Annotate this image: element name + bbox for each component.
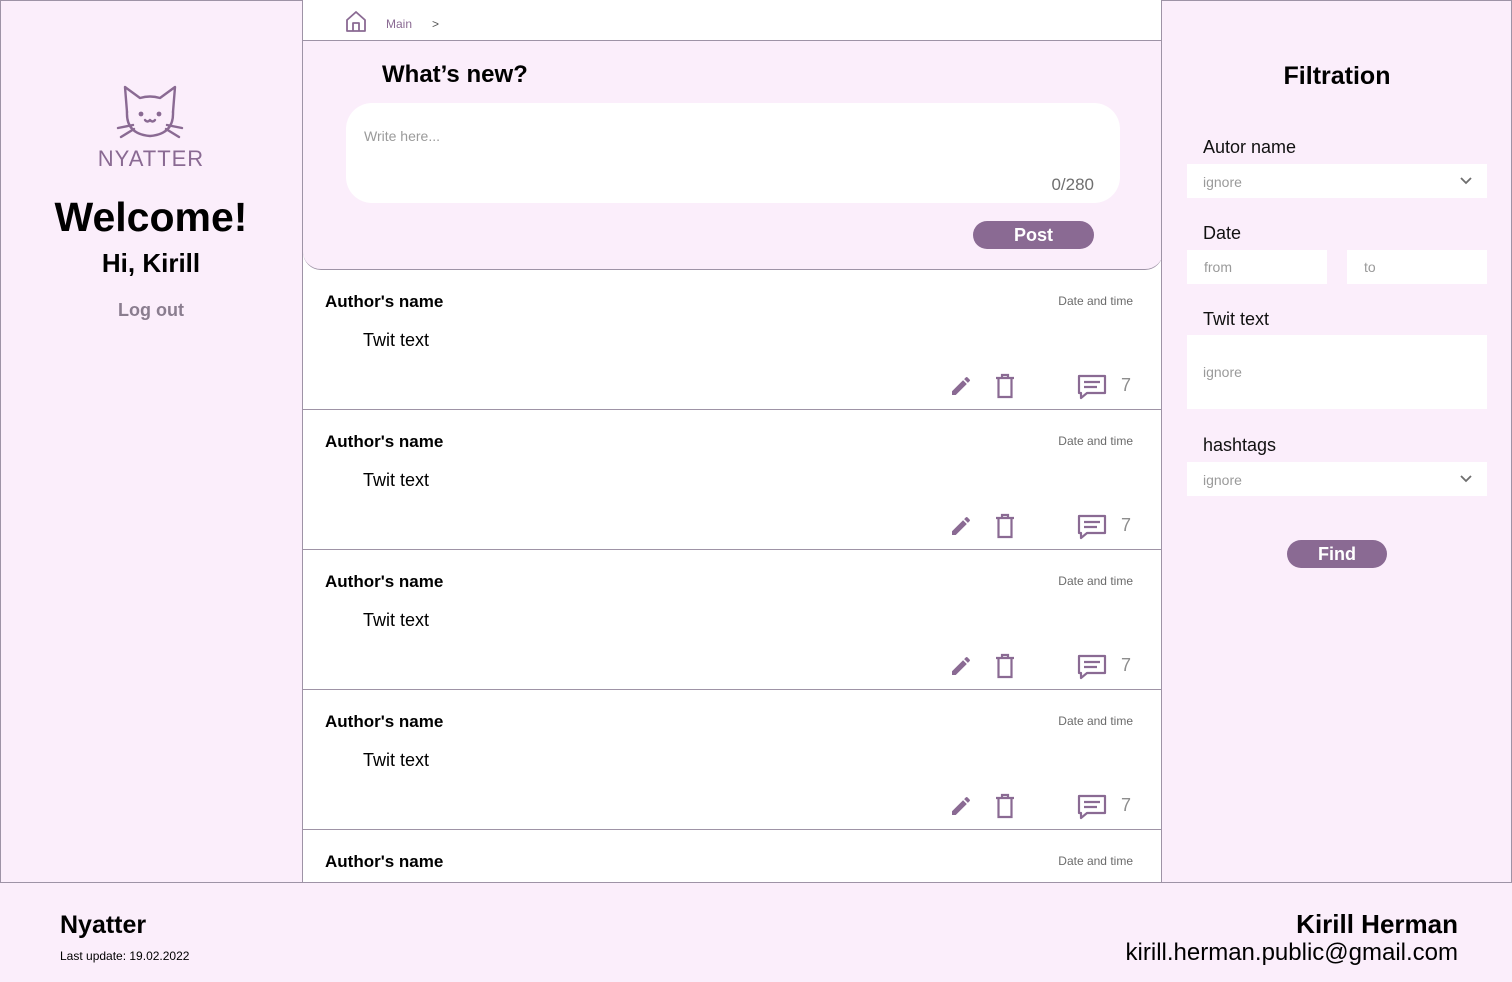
hashtags-select[interactable]: ignore [1187,462,1487,496]
tweet-date: Date and time [1058,854,1133,868]
author-select[interactable]: ignore [1187,164,1487,198]
text-filter-input[interactable] [1187,335,1487,409]
tweet-date: Date and time [1058,714,1133,728]
tweet-card: Author's name Date and time Twit text 7 [303,550,1161,690]
date-from-input[interactable] [1187,250,1327,284]
edit-icon[interactable] [949,374,973,398]
footer-email[interactable]: kirill.herman.public@gmail.com [1126,939,1458,967]
logo-text: NYATTER [97,146,205,171]
filter-sidebar: Filtration Autor name ignore Date Twit t… [1162,0,1512,882]
comment-count: 7 [1121,515,1132,535]
tweet-composer: What’s new? 0/280 Post [303,41,1161,270]
comment-icon[interactable] [1077,794,1107,820]
tweet-date: Date and time [1058,574,1133,588]
post-button[interactable]: Post [973,221,1094,249]
comment-icon[interactable] [1077,374,1107,400]
tweet-author: Author's name [325,572,444,591]
character-counter: 0/280 [1051,175,1094,194]
home-icon[interactable] [345,10,367,32]
tweet-author: Author's name [325,432,444,451]
delete-icon[interactable] [993,373,1017,399]
chevron-down-icon [1459,472,1473,486]
breadcrumb-separator: > [432,17,440,31]
main-feed-panel: Main > What’s new? 0/280 Post Author's n… [302,0,1162,882]
tweet-author: Author's name [325,712,444,731]
last-update: Last update: 19.02.2022 [60,949,190,963]
tweet-author: Author's name [325,292,444,311]
comment-count: 7 [1121,375,1132,395]
footer-author-name: Kirill Herman [1296,909,1458,939]
hashtags-filter-label: hashtags [1203,435,1277,455]
tweet-text: Twit text [363,610,430,630]
comment-count: 7 [1121,655,1132,675]
footer-brand: Nyatter [60,911,147,939]
chevron-down-icon [1459,174,1473,188]
left-sidebar: NYATTER Welcome! Hi, Kirill Log out [0,0,302,882]
delete-icon[interactable] [993,513,1017,539]
delete-icon[interactable] [993,653,1017,679]
edit-icon[interactable] [949,794,973,818]
hashtags-select-value: ignore [1203,472,1242,488]
tweet-card: Author's name Date and time [303,830,1161,882]
tweet-card: Author's name Date and time Twit text 7 [303,690,1161,830]
tweet-date: Date and time [1058,294,1133,308]
tweet-feed: Author's name Date and time Twit text 7 … [303,270,1161,882]
tweet-text: Twit text [363,750,430,770]
author-select-value: ignore [1203,174,1242,190]
breadcrumb-main[interactable]: Main [386,17,412,31]
tweet-card: Author's name Date and time Twit text 7 [303,410,1161,550]
user-greeting: Hi, Kirill [101,248,201,278]
text-filter-label: Twit text [1203,309,1270,329]
tweet-text: Twit text [363,470,430,490]
footer: Nyatter Last update: 19.02.2022 Kirill H… [0,882,1512,982]
edit-icon[interactable] [949,654,973,678]
tweet-text: Twit text [363,330,430,350]
comment-count: 7 [1121,795,1132,815]
logout-link[interactable]: Log out [0,300,302,321]
compose-input[interactable] [364,121,1044,151]
delete-icon[interactable] [993,793,1017,819]
edit-icon[interactable] [949,514,973,538]
composer-title: What’s new? [382,61,528,88]
comment-icon[interactable] [1077,514,1107,540]
author-filter-label: Autor name [1203,137,1297,157]
filter-title: Filtration [1283,62,1391,90]
date-to-input[interactable] [1347,250,1487,284]
date-filter-label: Date [1203,223,1242,243]
tweet-card: Author's name Date and time Twit text 7 [303,270,1161,410]
breadcrumb: Main > [303,0,1161,41]
comment-icon[interactable] [1077,654,1107,680]
tweet-author: Author's name [325,852,444,871]
compose-box[interactable]: 0/280 [346,103,1120,203]
welcome-heading: Welcome! [54,194,248,240]
find-button[interactable]: Find [1287,540,1387,568]
tweet-date: Date and time [1058,434,1133,448]
